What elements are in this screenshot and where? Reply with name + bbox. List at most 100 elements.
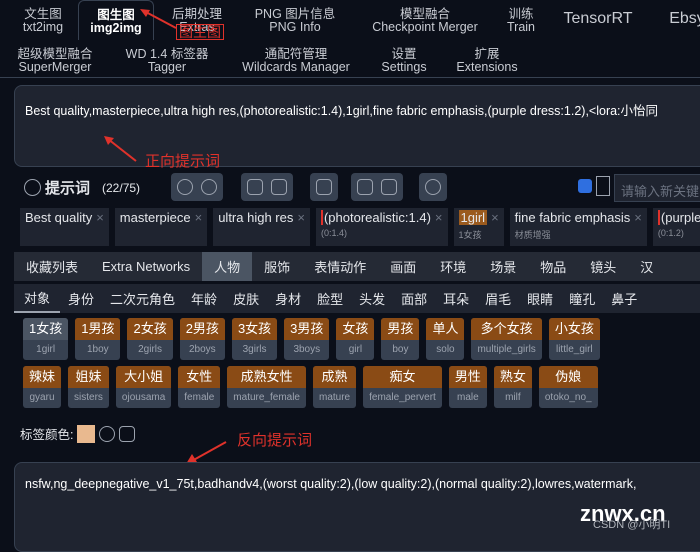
subcategory-tab[interactable]: 身材 bbox=[267, 284, 309, 313]
category-tab[interactable]: 环境 bbox=[428, 252, 478, 281]
tag-chip[interactable]: 2女孩 2girls bbox=[127, 318, 173, 360]
remove-tag-icon[interactable]: × bbox=[435, 210, 443, 225]
prompt-tag-translation: (0:1.4) bbox=[320, 228, 347, 238]
history-icon[interactable] bbox=[247, 179, 263, 195]
tag-chip-en: solo bbox=[436, 344, 455, 355]
tag-chip[interactable]: 男性 male bbox=[448, 366, 487, 408]
category-tab[interactable]: 场景 bbox=[478, 252, 528, 281]
subcategory-tabs: 对象 身份 二次元角色 年龄 皮肤 身材 脸型 头发 面部 耳朵 眉毛 眼睛 瞳孔 鼻子 bbox=[14, 284, 700, 313]
tag-chip-zh: 男孩 bbox=[381, 318, 420, 340]
tab-extensions[interactable]: 扩展 Extensions bbox=[452, 48, 522, 74]
category-tab[interactable]: 汉 bbox=[628, 252, 665, 281]
tag-chip-en: mature bbox=[319, 392, 351, 403]
category-tab[interactable]: 镜头 bbox=[578, 252, 628, 281]
gear-icon[interactable] bbox=[201, 179, 217, 195]
category-tab[interactable]: 表情动作 bbox=[302, 252, 378, 281]
remove-tag-icon[interactable]: × bbox=[195, 210, 203, 225]
tag-chip[interactable]: 单人 solo bbox=[426, 318, 465, 360]
tag-chip[interactable]: 成熟女性 mature_female bbox=[227, 366, 306, 408]
category-tab[interactable]: 服饰 bbox=[252, 252, 302, 281]
collapse-chevron-icon[interactable] bbox=[24, 179, 41, 196]
tab-ebsy[interactable]: Ebsy bbox=[662, 8, 700, 38]
subcategory-tab[interactable]: 二次元角色 bbox=[102, 284, 183, 313]
tab-settings[interactable]: 设置 Settings bbox=[376, 48, 432, 74]
checkbox[interactable] bbox=[578, 179, 592, 193]
subcategory-tab[interactable]: 头发 bbox=[351, 284, 393, 313]
tag-chip[interactable]: 女孩 girl bbox=[336, 318, 375, 360]
category-tab[interactable]: 人物 bbox=[202, 252, 253, 281]
translate-icon[interactable] bbox=[316, 179, 332, 195]
category-tab[interactable]: 收藏列表 bbox=[14, 252, 90, 281]
tag-chip[interactable]: 2男孩 2boys bbox=[179, 318, 225, 360]
prompt-tag[interactable]: masterpiece × bbox=[114, 208, 208, 246]
tag-chip[interactable]: 姐妹 sisters bbox=[68, 366, 109, 408]
remove-tag-icon[interactable]: × bbox=[491, 210, 499, 225]
tab-train[interactable]: 训练 Train bbox=[503, 8, 539, 38]
prompt-tag[interactable]: ultra high res × bbox=[213, 208, 310, 246]
subcategory-tab[interactable]: 瞳孔 bbox=[561, 284, 603, 313]
category-tab[interactable]: 物品 bbox=[528, 252, 578, 281]
refresh-icon[interactable] bbox=[99, 425, 116, 442]
openai-icon[interactable] bbox=[425, 179, 441, 195]
subcategory-tab[interactable]: 耳朵 bbox=[435, 284, 477, 313]
trash-icon[interactable] bbox=[381, 179, 397, 195]
subcategory-tab[interactable]: 眼睛 bbox=[519, 284, 561, 313]
tag-chip[interactable]: 大小姐 ojousama bbox=[115, 366, 172, 408]
tag-chip-en: girl bbox=[348, 344, 363, 355]
prompt-tag[interactable]: Best quality × bbox=[20, 208, 109, 246]
tag-chip[interactable]: 1女孩 1girl bbox=[23, 318, 69, 360]
subcategory-tab[interactable]: 对象 bbox=[14, 284, 61, 313]
subcategory-tab[interactable]: 鼻子 bbox=[603, 284, 645, 313]
tag-chip[interactable]: 男孩 boy bbox=[381, 318, 420, 360]
tab-tensorrt[interactable]: TensorRT bbox=[563, 8, 633, 38]
prompt-tag[interactable]: (purple d×(0:1.2) bbox=[652, 208, 700, 246]
prompt-tag[interactable]: 1girl × 1女孩 bbox=[453, 208, 504, 246]
tag-chip-zh: 3男孩 bbox=[284, 318, 330, 340]
tab-divider bbox=[0, 77, 700, 78]
clear-icon[interactable] bbox=[119, 425, 136, 442]
tag-chip[interactable]: 3女孩 3girls bbox=[231, 318, 278, 360]
tag-chip[interactable]: 成熟 mature bbox=[313, 366, 357, 408]
subcategory-tab[interactable]: 眉毛 bbox=[477, 284, 519, 313]
positive-prompt-text: Best quality,masterpiece,ultra high res,… bbox=[25, 104, 659, 118]
tab-wildcards-manager[interactable]: 通配符管理 Wildcards Manager bbox=[238, 48, 354, 74]
tag-chip-zh: 辣妹 bbox=[23, 366, 62, 388]
subcategory-tab[interactable]: 脸型 bbox=[309, 284, 351, 313]
remove-tag-icon[interactable]: × bbox=[96, 210, 104, 225]
prompt-tag-text: Best quality bbox=[25, 210, 93, 225]
tab-txt2img[interactable]: 文生图 txt2img bbox=[14, 8, 72, 38]
tab-supermerger[interactable]: 超级模型融合 SuperMerger bbox=[14, 48, 96, 74]
subcategory-tab[interactable]: 年龄 bbox=[183, 284, 225, 313]
tag-chip[interactable]: 熟女 milf bbox=[493, 366, 532, 408]
tag-chip[interactable]: 伪娘 otoko_no_ bbox=[538, 366, 598, 408]
remove-tag-icon[interactable]: × bbox=[297, 210, 305, 225]
tab-label-en: Settings bbox=[381, 60, 427, 74]
bookmark-icon[interactable] bbox=[271, 179, 287, 195]
tab-png-info[interactable]: PNG 图片信息 PNG Info bbox=[245, 8, 345, 38]
category-tab[interactable]: 画面 bbox=[378, 252, 428, 281]
tab-tagger[interactable]: WD 1.4 标签器 Tagger bbox=[118, 48, 216, 74]
category-tab[interactable]: Extra Networks bbox=[90, 252, 202, 281]
tab-checkpoint-merger[interactable]: 模型融合 Checkpoint Merger bbox=[366, 8, 484, 38]
subcategory-tab[interactable]: 皮肤 bbox=[225, 284, 267, 313]
subcategory-tab[interactable]: 身份 bbox=[60, 284, 102, 313]
copy-icon[interactable] bbox=[357, 179, 373, 195]
new-keyword-input[interactable]: 请输入新关键 bbox=[614, 174, 700, 202]
subcategory-tab[interactable]: 面部 bbox=[393, 284, 435, 313]
tag-chip[interactable]: 辣妹 gyaru bbox=[23, 366, 62, 408]
tag-chip[interactable]: 小女孩 little_girl bbox=[548, 318, 600, 360]
tag-chip-zh: 多个女孩 bbox=[471, 318, 542, 340]
globe-icon[interactable] bbox=[177, 179, 193, 195]
tag-chip-en: ojousama bbox=[121, 392, 166, 403]
tag-chip[interactable]: 女性 female bbox=[178, 366, 221, 408]
tag-chip[interactable]: 痴女 female_pervert bbox=[363, 366, 442, 408]
tag-chip[interactable]: 3男孩 3boys bbox=[284, 318, 330, 360]
remove-tag-icon[interactable]: × bbox=[634, 210, 642, 225]
tag-chip[interactable]: 1男孩 1boy bbox=[75, 318, 121, 360]
tag-chip-zh: 女孩 bbox=[336, 318, 375, 340]
color-swatch[interactable] bbox=[77, 424, 96, 443]
prompt-tag[interactable]: (photorealistic:1.4) × (0:1.4) bbox=[315, 208, 448, 246]
tag-chip[interactable]: 多个女孩 multiple_girls bbox=[471, 318, 542, 360]
tag-chip-zh: 2女孩 bbox=[127, 318, 173, 340]
prompt-tag[interactable]: fine fabric emphasis × 材质增强 bbox=[509, 208, 647, 246]
